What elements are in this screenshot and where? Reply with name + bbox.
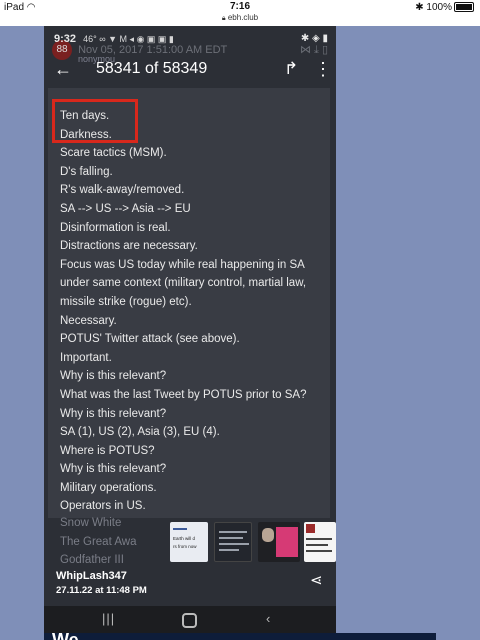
post-line: Necessary. xyxy=(60,314,117,327)
related-list-item[interactable]: Snow White xyxy=(60,514,170,533)
related-list-item[interactable]: Godfather III xyxy=(60,551,170,570)
post-line: Darkness. xyxy=(60,128,112,141)
post-line: Distractions are necessary. xyxy=(60,240,198,253)
post-line: Where is POTUS? xyxy=(60,444,155,457)
recent-apps-icon[interactable]: ||| xyxy=(102,611,115,626)
more-options-icon[interactable]: ⋮ xyxy=(314,59,332,80)
post-line: What was the last Tweet by POTUS prior t… xyxy=(60,388,307,401)
bottom-banner: We xyxy=(44,633,436,640)
lock-icon: 🔒︎ xyxy=(221,15,226,22)
related-list-item[interactable]: The Great Awa xyxy=(60,533,170,552)
android-nav-bar: ||| ‹ xyxy=(44,606,336,634)
post-line: D's falling. xyxy=(60,165,113,178)
post-line: Ten days. xyxy=(60,110,110,122)
post-timestamp: 27.11.22 at 11:48 PM xyxy=(56,585,147,596)
post-counter: 58341 of 58349 xyxy=(96,60,208,77)
battery-icon xyxy=(454,2,474,13)
system-icons: ✱ ◈ ▮ xyxy=(300,33,328,44)
post-line: Important. xyxy=(60,351,112,364)
post-text: Ten days. Darkness. Scare tactics (MSM). D'… xyxy=(60,107,324,516)
post-line: Why is this relevant? xyxy=(60,463,167,476)
notification-icons: 46° ∞ ▼ M ◂ ◉ ▣ ▣ ▮ xyxy=(83,34,174,44)
ipad-clock: 7:16 xyxy=(229,1,250,12)
phone-status-bar: 9:32 46° ∞ ▼ M ◂ ◉ ▣ ▣ ▮ ✱ ◈ ▮ xyxy=(54,33,328,47)
battery-status: ✱ 100% xyxy=(415,2,474,13)
post-line: SA (1), US (2), Asia (3), EU (4). xyxy=(60,426,220,439)
phone-screenshot: 88 Nov 05, 2017 1:51:00 AM EDT ⋈ ⤓ ▯ 9:3… xyxy=(44,26,336,634)
back-icon[interactable]: ‹ xyxy=(266,611,270,626)
thumbnail-4[interactable] xyxy=(304,522,336,562)
url-bar[interactable]: 🔒︎ ebh.club xyxy=(0,13,480,23)
post-line: under same context (military control, ma… xyxy=(60,277,307,290)
post-line: Scare tactics (MSM). xyxy=(60,147,167,160)
app-bar: ← nonymou 58341 of 58349 ↱ ⋮ xyxy=(44,54,336,86)
phone-time: 9:32 xyxy=(54,33,77,45)
home-icon[interactable] xyxy=(182,613,197,628)
post-body: Ten days. Darkness. Scare tactics (MSM). D'… xyxy=(48,88,330,518)
back-arrow-icon[interactable]: ← xyxy=(54,59,72,80)
share-icon[interactable]: ⋖ xyxy=(310,571,323,589)
post-line: Focus was US today while real happening … xyxy=(60,258,305,271)
post-line: POTUS' Twitter attack (see above). xyxy=(60,333,240,346)
thumbnail-1[interactable]: Earth will d rs from now xyxy=(170,522,208,562)
related-list: Snow White The Great Awa Godfather III xyxy=(60,514,170,570)
post-line: missile strike (rogue) etc). xyxy=(60,295,192,308)
thumbnail-3[interactable] xyxy=(258,522,300,562)
thumbnail-1-text-2: rs from now xyxy=(173,544,197,549)
post-line: Disinformation is real. xyxy=(60,221,171,234)
ipad-status-bar: iPad ◠ 7:16 🔒︎ ebh.club ✱ 100% xyxy=(0,0,480,26)
bluetooth-icon: ✱ xyxy=(415,2,424,13)
banner-text: We xyxy=(52,633,79,640)
post-line: R's walk-away/removed. xyxy=(60,184,185,197)
post-line: Military operations. xyxy=(60,481,157,494)
battery-percent: 100% xyxy=(426,2,452,13)
thumbnail-1-text: Earth will d xyxy=(173,536,196,541)
username[interactable]: WhipLash347 xyxy=(56,570,127,582)
thumbnail-strip: Earth will d rs from now xyxy=(170,522,336,562)
thumbnail-2[interactable] xyxy=(214,522,252,562)
post-line: Why is this relevant? xyxy=(60,370,167,383)
forward-icon[interactable]: ↱ xyxy=(284,59,298,79)
url-text: ebh.club xyxy=(227,13,259,22)
post-line: Why is this relevant? xyxy=(60,407,167,420)
post-line: SA --> US --> Asia --> EU xyxy=(60,202,191,215)
